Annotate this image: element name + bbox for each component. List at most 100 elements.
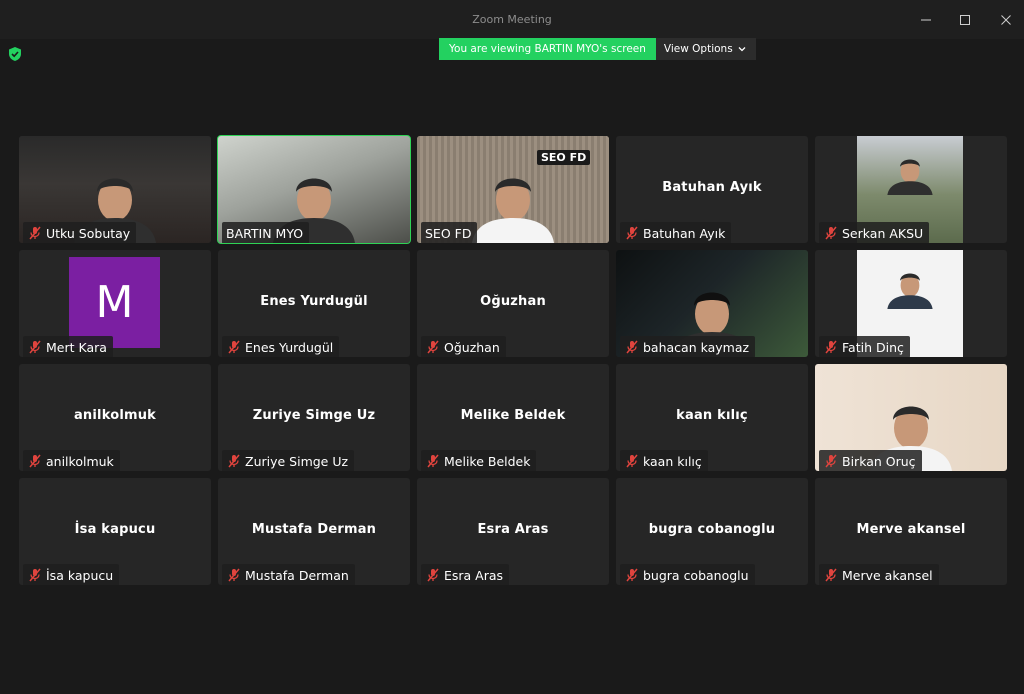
participant-name: Fatih Dinç (842, 339, 904, 355)
participant-video-feed (887, 273, 933, 310)
participant-tile[interactable]: bugra cobanoglu bugra cobanoglu (616, 478, 808, 585)
muted-mic-icon (29, 568, 41, 582)
participant-name: Zuriye Simge Uz (245, 453, 349, 469)
close-button[interactable] (983, 0, 1024, 39)
participant-gallery: Utku Sobutay BARTIN MYO SEO FD SEO FD Batuha… (19, 135, 1007, 585)
muted-mic-icon (29, 340, 41, 354)
muted-mic-icon (29, 226, 41, 240)
muted-mic-icon (427, 568, 439, 582)
view-options-button[interactable]: View Options (655, 38, 756, 60)
participant-name: SEO FD (425, 225, 472, 241)
participant-name: Oğuzhan (444, 339, 500, 355)
muted-mic-icon (427, 454, 439, 468)
participant-tile[interactable]: Mustafa Derman Mustafa Derman (218, 478, 410, 585)
muted-mic-icon (825, 568, 837, 582)
participant-tile[interactable]: Serkan AKSU (815, 136, 1007, 243)
muted-mic-icon (228, 340, 240, 354)
participant-name: Utku Sobutay (46, 225, 131, 241)
participant-tile[interactable]: Batuhan Ayık Batuhan Ayık (616, 136, 808, 243)
participant-name-label: Merve akansel (819, 564, 939, 585)
participant-name: bugra cobanoglu (643, 567, 749, 583)
muted-mic-icon (626, 568, 638, 582)
title-bar: Zoom Meeting (0, 0, 1024, 39)
participant-display-name: Enes Yurdugül (260, 294, 368, 309)
participant-tile[interactable]: Zuriye Simge Uz Zuriye Simge Uz (218, 364, 410, 471)
participant-display-name: Merve akansel (856, 522, 966, 537)
participant-name-label: Esra Aras (421, 564, 510, 585)
muted-mic-icon (29, 454, 41, 468)
participant-name: Melike Beldek (444, 453, 531, 469)
participant-name: bahacan kaymaz (643, 339, 750, 355)
participant-tile[interactable]: İsa kapucu İsa kapucu (19, 478, 211, 585)
muted-mic-icon (825, 340, 837, 354)
participant-name-label: Birkan Oruç (819, 450, 922, 471)
participant-tile[interactable]: anilkolmuk anilkolmuk (19, 364, 211, 471)
seo-fd-sign: SEO FD (537, 150, 591, 165)
participant-name: Batuhan Ayık (643, 225, 726, 241)
participant-tile[interactable]: SEO FD SEO FD (417, 136, 609, 243)
participant-tile[interactable]: Enes Yurdugül Enes Yurdugül (218, 250, 410, 357)
participant-name: Merve akansel (842, 567, 933, 583)
participant-name: İsa kapucu (46, 567, 114, 583)
participant-name-label: Mert Kara (23, 336, 113, 357)
participant-tile[interactable]: M Mert Kara (19, 250, 211, 357)
screen-share-banner: You are viewing BARTIN MYO's screen View… (439, 38, 756, 60)
participant-name-label: Mustafa Derman (222, 564, 355, 585)
participant-tile[interactable]: Oğuzhan Oğuzhan (417, 250, 609, 357)
participant-name-label: Oğuzhan (421, 336, 506, 357)
muted-mic-icon (626, 226, 638, 240)
participant-tile[interactable]: Merve akansel Merve akansel (815, 478, 1007, 585)
participant-display-name: kaan kılıç (676, 408, 748, 423)
muted-mic-icon (228, 568, 240, 582)
participant-tile[interactable]: Melike Beldek Melike Beldek (417, 364, 609, 471)
participant-display-name: Oğuzhan (480, 294, 546, 309)
muted-mic-icon (825, 226, 837, 240)
participant-name: Mert Kara (46, 339, 107, 355)
window-title: Zoom Meeting (472, 13, 552, 26)
participant-name: Mustafa Derman (245, 567, 349, 583)
participant-tile[interactable]: Birkan Oruç (815, 364, 1007, 471)
participant-name: Enes Yurdugül (245, 339, 334, 355)
participant-tile[interactable]: kaan kılıç kaan kılıç (616, 364, 808, 471)
participant-display-name: Esra Aras (477, 522, 549, 537)
participant-tile[interactable]: BARTIN MYO (217, 135, 411, 244)
participant-name: anilkolmuk (46, 453, 114, 469)
participant-name-label: Utku Sobutay (23, 222, 137, 243)
participant-name-label: bahacan kaymaz (620, 336, 756, 357)
participant-display-name: bugra cobanoglu (648, 522, 776, 537)
participant-display-name: İsa kapucu (74, 522, 156, 537)
muted-mic-icon (825, 454, 837, 468)
participant-video-feed (887, 159, 933, 196)
participant-name-label: Batuhan Ayık (620, 222, 732, 243)
muted-mic-icon (626, 340, 638, 354)
participant-name-label: Serkan AKSU (819, 222, 930, 243)
participant-name-label: bugra cobanoglu (620, 564, 755, 585)
participant-name-label: Fatih Dinç (819, 336, 910, 357)
participant-name: Birkan Oruç (842, 453, 916, 469)
muted-mic-icon (626, 454, 638, 468)
participant-name: BARTIN MYO (226, 225, 304, 241)
participant-display-name: anilkolmuk (73, 408, 157, 423)
participant-display-name: Melike Beldek (460, 408, 566, 423)
participant-name-label: Melike Beldek (421, 450, 537, 471)
participant-name: kaan kılıç (643, 453, 702, 469)
view-options-label: View Options (663, 43, 733, 55)
viewing-screen-text: You are viewing BARTIN MYO's screen (439, 38, 656, 60)
participant-display-name: Mustafa Derman (251, 522, 377, 537)
chevron-down-icon (738, 47, 746, 52)
participant-name-label: anilkolmuk (23, 450, 120, 471)
participant-name: Esra Aras (444, 567, 504, 583)
participant-tile[interactable]: Utku Sobutay (19, 136, 211, 243)
participant-name-label: SEO FD (421, 222, 478, 243)
participant-display-name: Batuhan Ayık (662, 180, 762, 195)
participant-tile[interactable]: Esra Aras Esra Aras (417, 478, 609, 585)
participant-name-label: BARTIN MYO (222, 222, 310, 243)
encryption-shield-icon[interactable] (7, 46, 23, 62)
participant-display-name: Zuriye Simge Uz (252, 408, 376, 423)
participant-name-label: Zuriye Simge Uz (222, 450, 355, 471)
participant-tile[interactable]: Fatih Dinç (815, 250, 1007, 357)
maximize-button[interactable] (942, 0, 988, 39)
participant-name: Serkan AKSU (842, 225, 924, 241)
participant-tile[interactable]: bahacan kaymaz (616, 250, 808, 357)
minimize-icon (921, 19, 931, 20)
